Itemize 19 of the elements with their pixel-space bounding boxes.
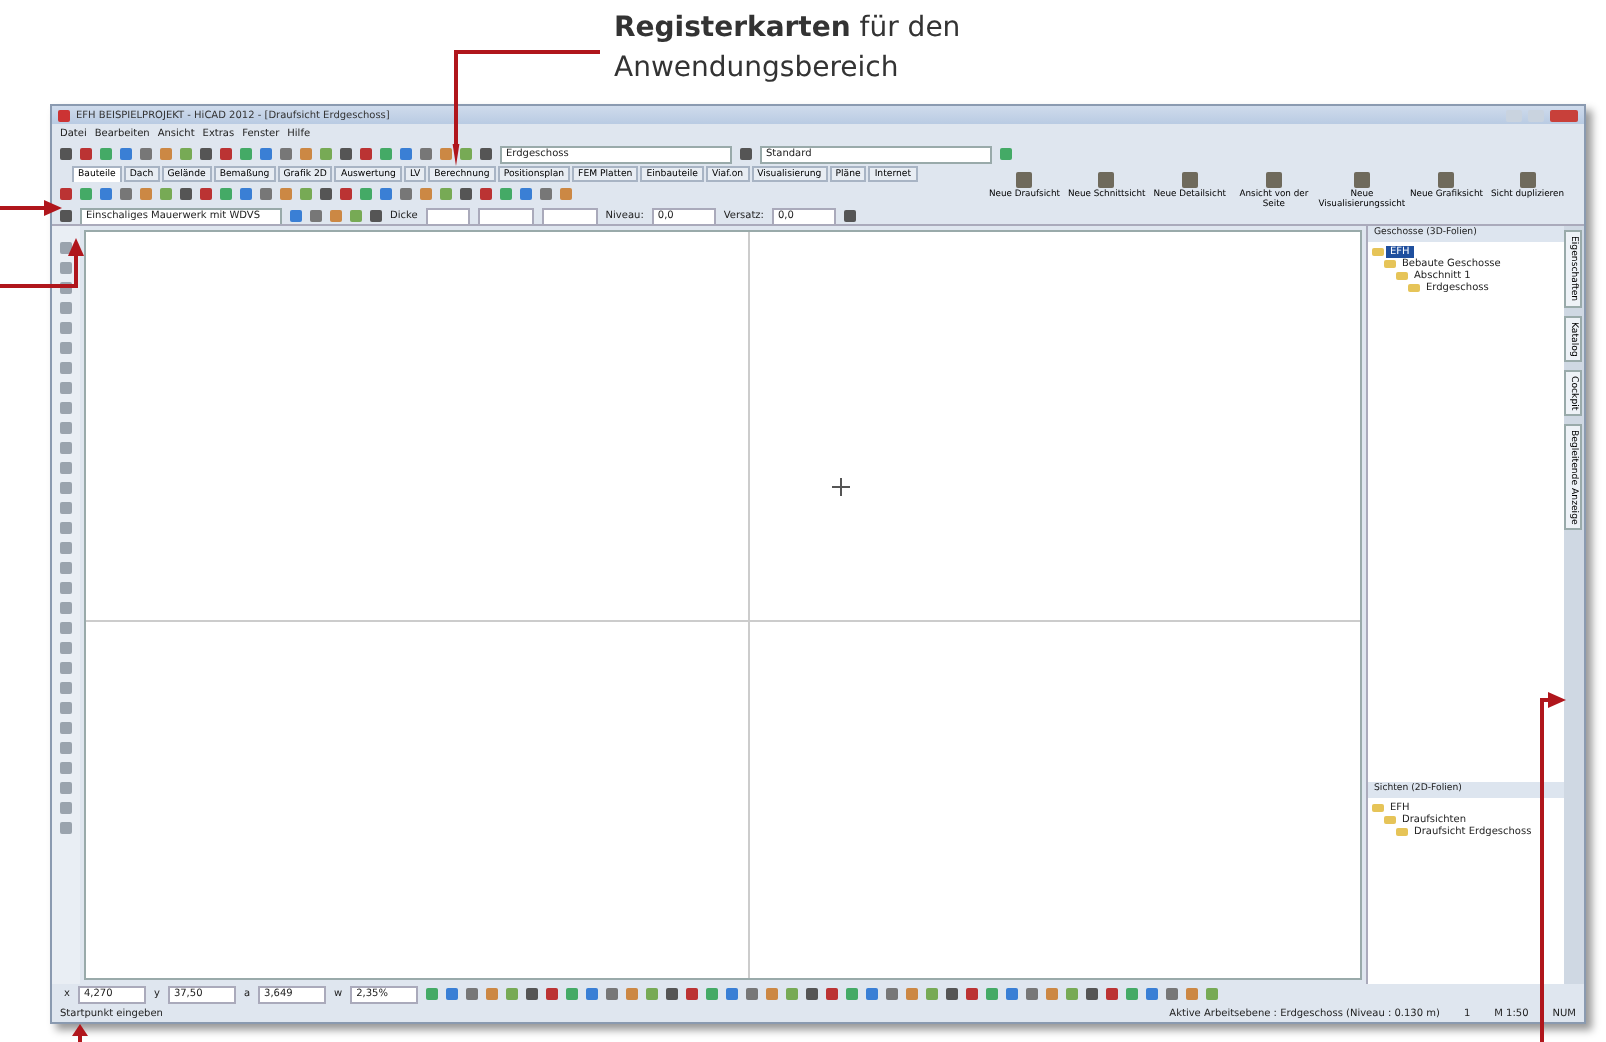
view-icon — [1265, 172, 1282, 188]
view-icon — [1181, 172, 1198, 188]
callout-arrow — [0, 200, 62, 216]
toolbar-icon[interactable] — [740, 148, 752, 160]
view-icon — [1353, 172, 1370, 188]
view-icon — [1438, 172, 1455, 188]
view-icon — [1098, 172, 1115, 188]
callout-arrow — [72, 1024, 88, 1042]
callout-text: Registerkarten für den Anwendungsbereich — [614, 10, 963, 88]
app-icon — [58, 109, 70, 121]
crosshair-cursor-icon — [831, 478, 850, 497]
thickness-field[interactable] — [425, 207, 470, 225]
height-field[interactable] — [477, 207, 534, 225]
width-field[interactable] — [541, 207, 598, 225]
view-icon — [1519, 172, 1536, 188]
close-button[interactable] — [1550, 109, 1578, 121]
callout-arrow — [0, 238, 84, 288]
toolbar-icon[interactable] — [844, 210, 856, 222]
view-icon — [1016, 172, 1033, 188]
